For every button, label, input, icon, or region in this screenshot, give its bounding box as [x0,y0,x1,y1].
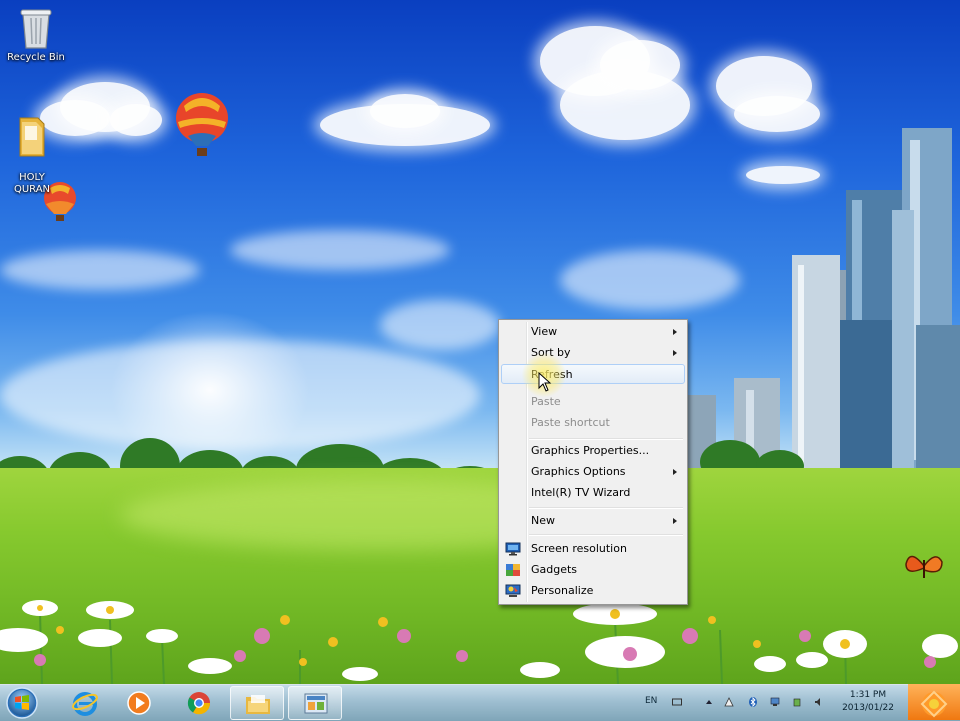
control-panel-icon [304,693,328,714]
menu-item-graphics-properties[interactable]: Graphics Properties... [501,441,685,461]
recycle-bin-icon [20,9,52,49]
taskbar: EN 1:31 PM 2013/01/22 [0,684,960,721]
bluetooth-icon[interactable] [748,697,758,707]
power-icon[interactable] [792,697,802,707]
menu-item-label: Paste shortcut [531,416,610,429]
menu-item-label: View [531,325,558,338]
menu-item-label: Graphics Properties... [531,444,650,457]
taskbar-media-player[interactable] [112,686,166,720]
action-center-icon[interactable] [724,697,734,707]
menu-item-label: New [531,514,555,527]
clock[interactable]: 1:31 PM 2013/01/22 [836,689,900,715]
taskbar-internet-explorer[interactable] [58,686,112,720]
menu-item-gadgets[interactable]: Gadgets [501,560,685,580]
taskbar-windows-explorer[interactable] [230,686,284,720]
desktop-wallpaper[interactable] [0,0,960,684]
start-button[interactable] [2,686,42,720]
menu-item-screen-resolution[interactable]: Screen resolution [501,539,685,559]
internet-explorer-icon [72,692,98,716]
keyboard-icon[interactable] [672,697,682,707]
language-indicator[interactable]: EN [645,696,657,706]
clock-date: 2013/01/22 [842,703,894,713]
menu-item-label: Screen resolution [531,542,627,555]
menu-item-label: Intel(R) TV Wizard [531,486,631,499]
city-skyline [688,128,960,470]
system-tray: EN 1:31 PM 2013/01/22 [636,685,906,721]
chrome-icon [187,692,211,715]
taskbar-chrome[interactable] [172,686,226,720]
menu-item-view[interactable]: View [501,322,685,342]
monitor-icon [505,542,521,556]
folder-explorer-icon [246,695,270,714]
menu-item-paste-shortcut[interactable]: Paste shortcut [501,413,685,433]
flower-thumbnail [920,690,948,718]
menu-separator [529,534,683,536]
submenu-arrow-icon [673,518,677,524]
submenu-arrow-icon [673,350,677,356]
media-player-icon [127,691,151,715]
desktop-icon-label: HOLY QURAN [13,172,51,195]
desktop-icon-holy-quran[interactable]: HOLY QURAN [0,102,64,196]
network-icon[interactable] [770,697,780,707]
menu-item-intel-tv-wizard[interactable]: Intel(R) TV Wizard [501,483,685,503]
show-hidden-icons-icon[interactable] [704,697,714,707]
personalize-icon [505,584,521,597]
hot-air-balloon-large [176,93,228,156]
butterfly [905,555,943,578]
gadgets-icon [506,564,520,576]
taskbar-control-panel[interactable] [288,686,342,720]
desktop-icon-recycle-bin[interactable]: Recycle Bin [4,6,68,64]
desktop-icon-label: Recycle Bin [7,52,65,63]
menu-item-label: Graphics Options [531,465,626,478]
menu-separator [529,438,683,440]
menu-item-paste[interactable]: Paste [501,392,685,412]
menu-item-label: Personalize [531,584,594,597]
volume-icon[interactable] [814,697,824,707]
menu-separator [529,507,683,509]
menu-item-personalize[interactable]: Personalize [501,581,685,601]
menu-item-new[interactable]: New [501,511,685,531]
menu-item-label: Gadgets [531,563,578,576]
mouse-cursor-icon [538,372,552,392]
flower-meadow [0,600,958,684]
folder-icon [19,117,45,157]
menu-item-graphics-options[interactable]: Graphics Options [501,462,685,482]
submenu-arrow-icon [673,329,677,335]
show-desktop-button[interactable] [908,684,960,720]
submenu-arrow-icon [673,469,677,475]
clock-time: 1:31 PM [849,690,887,700]
